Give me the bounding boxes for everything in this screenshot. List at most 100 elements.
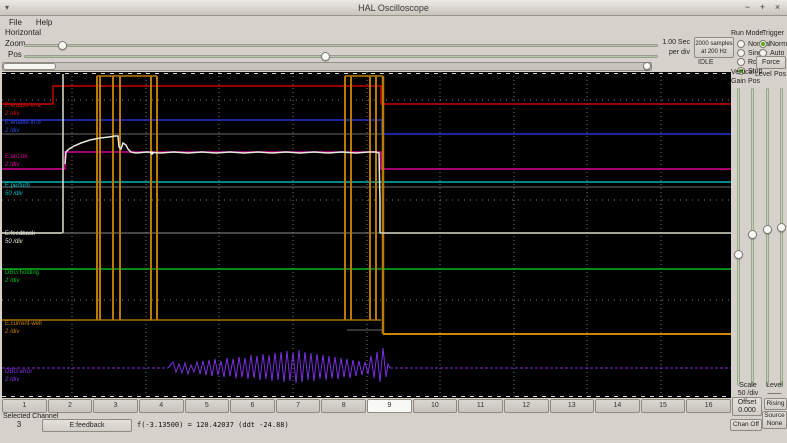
channel-button-12[interactable]: 12 <box>503 399 549 413</box>
channel-name: E:enable-in-b <box>5 120 41 126</box>
trigger-normal-label: Normal <box>770 40 787 48</box>
channel-name: E:feedback <box>5 231 36 237</box>
channel-scale: 2 /div <box>5 277 20 284</box>
channel-button-15[interactable]: 15 <box>640 399 686 413</box>
zoom-slider-knob[interactable] <box>58 41 67 50</box>
channel-name: DBG:holding <box>5 270 40 276</box>
maximize-button[interactable]: + <box>756 2 769 14</box>
channel-button-7[interactable]: 7 <box>275 399 321 413</box>
scope-waveforms <box>2 72 731 398</box>
channel-button-8[interactable]: 8 <box>321 399 366 413</box>
scale-value: 50 /div <box>737 390 759 397</box>
time-per-div-unit: per div <box>668 49 690 56</box>
radio-icon <box>737 58 745 66</box>
scope-display[interactable]: E:enable-in-a 2 /div E:enable-in-b 2 /div E:… <box>2 72 731 398</box>
pos-slider-knob[interactable] <box>321 52 330 61</box>
record-position-knob[interactable] <box>643 62 651 70</box>
channel-name: E:enable-in-a <box>5 103 41 109</box>
run-mode-label: Run Mode <box>731 30 764 37</box>
channel-scale: 2 /div <box>5 376 20 383</box>
trigger-pos-label: Pos <box>774 71 787 78</box>
channel-label-E:enable-in-b: E:enable-in-b 2 /div <box>5 120 41 135</box>
channel-button-2[interactable]: 2 <box>47 399 93 413</box>
scale-label: Scale <box>739 382 757 389</box>
trigger-label: Trigger <box>762 30 784 37</box>
vertical-pos-label: Pos <box>748 78 761 85</box>
selected-channel-number: 3 <box>16 420 22 429</box>
channel-name: E:perturb <box>5 183 30 189</box>
channel-scale: 50 /div <box>5 238 23 245</box>
offset-value: 0.000 <box>738 406 756 414</box>
channel-name: DBG:error <box>5 369 33 375</box>
channel-button-row: 1 2 3 4 5 6 7 8 9 10 11 12 13 14 15 16 <box>2 399 731 413</box>
level-value: —— <box>767 390 782 397</box>
menubar: File Help <box>6 17 55 28</box>
record-view-thumb[interactable] <box>3 63 56 70</box>
minimize-button[interactable]: − <box>741 2 754 14</box>
trigger-marker-dot <box>150 151 154 155</box>
channel-button-5[interactable]: 5 <box>184 399 230 413</box>
channel-button-11[interactable]: 11 <box>458 399 503 413</box>
window-title: HAL Oscilloscope <box>358 2 429 13</box>
trigger-level-slider-knob[interactable] <box>763 225 772 234</box>
channel-button-9[interactable]: 9 <box>367 399 412 413</box>
menu-help[interactable]: Help <box>33 17 55 28</box>
vertical-label: Vertical <box>731 69 754 76</box>
channel-button-6[interactable]: 6 <box>230 399 275 413</box>
channel-label-DBG:holding: DBG:holding 2 /div <box>5 270 39 285</box>
channel-scale: 2 /div <box>5 161 20 168</box>
trigger-pos-slider-track[interactable] <box>780 88 783 386</box>
window-menu-icon[interactable]: ▾ <box>5 3 9 12</box>
horizontal-section-label: Horizontal <box>5 28 42 37</box>
channel-scale: 2 /div <box>5 328 20 335</box>
radio-selected-icon <box>759 40 767 48</box>
channel-label-E:arc-ok: E:arc-ok 2 /div <box>5 154 27 169</box>
chan-off-button[interactable]: Chan Off <box>730 419 762 431</box>
zoom-slider-label: Zoom <box>5 39 26 48</box>
time-per-div-value: 1.00 Sec <box>662 39 690 46</box>
channel-label-DBG:error: DBG:error 2 /div <box>5 369 32 384</box>
offset-button[interactable]: Offset 0.000 <box>732 397 762 416</box>
capture-status: IDLE <box>698 59 714 66</box>
gain-slider-track[interactable] <box>737 88 740 386</box>
trigger-normal[interactable]: Normal <box>759 40 787 48</box>
channel-label-E:feedback: E:feedback 50 /div <box>5 231 35 246</box>
offset-label: Offset <box>737 398 757 406</box>
channel-button-16[interactable]: 16 <box>686 399 731 413</box>
samples-button[interactable]: 2000 samples at 200 Hz <box>694 37 734 58</box>
gain-slider-knob[interactable] <box>734 250 743 259</box>
source-label: Source <box>764 412 785 419</box>
cursor-readout: f(-3.13500) = 120.42037 (ddt -24.88) <box>137 421 289 429</box>
channel-button-14[interactable]: 14 <box>595 399 640 413</box>
vertical-gain-label: Gain <box>731 78 746 85</box>
force-button[interactable]: Force <box>756 56 786 69</box>
trace-enable-in-b <box>2 119 731 135</box>
trigger-pos-slider-knob[interactable] <box>777 223 786 232</box>
zoom-slider-track[interactable] <box>24 44 658 47</box>
channel-button-1[interactable]: 1 <box>2 399 47 413</box>
channel-button-10[interactable]: 10 <box>412 399 458 413</box>
source-button[interactable]: Source None <box>762 411 787 429</box>
channel-label-E:enable-in-a: E:enable-in-a 2 /div <box>5 103 41 118</box>
samples-line1: 2000 samples <box>695 40 733 47</box>
menu-file[interactable]: File <box>6 17 25 28</box>
titlebar[interactable]: ▾ HAL Oscilloscope − + × <box>0 0 787 16</box>
record-position-bar[interactable] <box>2 62 652 71</box>
pos-slider-track[interactable] <box>24 55 658 58</box>
trigger-level-slider-track[interactable] <box>766 88 769 386</box>
trigger-level-label: Level <box>755 71 772 78</box>
radio-icon <box>737 49 745 57</box>
selected-channel-name-button[interactable]: E:feedback <box>42 419 132 432</box>
rising-button[interactable]: Rising <box>764 398 787 410</box>
channel-button-3[interactable]: 3 <box>93 399 138 413</box>
channel-name: E:current-well <box>5 321 42 327</box>
channel-label-E:perturb: E:perturb 50 /div <box>5 183 30 198</box>
level-label: Level <box>766 382 783 389</box>
channel-label-E:current-well: E:current-well 2 /div <box>5 321 42 336</box>
close-button[interactable]: × <box>771 2 784 14</box>
vertical-pos-slider-knob[interactable] <box>748 230 757 239</box>
channel-scale: 50 /div <box>5 190 23 197</box>
channel-button-4[interactable]: 4 <box>138 399 184 413</box>
radio-icon <box>737 40 745 48</box>
channel-button-13[interactable]: 13 <box>549 399 595 413</box>
